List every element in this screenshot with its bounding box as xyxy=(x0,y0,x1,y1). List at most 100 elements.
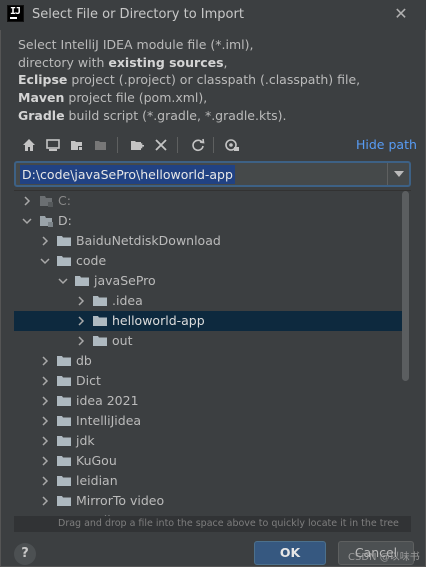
tree-row[interactable]: javaSePro xyxy=(14,271,404,291)
tree-item-label: code xyxy=(76,253,107,268)
folder-icon xyxy=(93,296,107,306)
chevron-right-icon[interactable] xyxy=(75,315,87,327)
toolbar-separator xyxy=(117,137,118,153)
new-folder-icon xyxy=(131,141,144,150)
tree-row[interactable]: helloworld-app xyxy=(14,311,404,331)
help-button[interactable]: ? xyxy=(14,543,36,565)
tree-scrollbar[interactable] xyxy=(402,191,409,381)
toolbar-separator xyxy=(213,137,214,153)
drag-drop-hint: Drag and drop a file into the space abov… xyxy=(14,516,411,532)
description-line-1: Select IntelliJ IDEA module file (*.iml)… xyxy=(18,37,254,52)
folder-icon xyxy=(57,476,71,486)
folder-icon xyxy=(57,376,71,386)
new-folder-button[interactable] xyxy=(127,134,147,156)
tree-item-label: db xyxy=(76,353,92,368)
tree-item-label: D: xyxy=(58,213,72,228)
folder-icon xyxy=(93,336,107,346)
desktop-icon xyxy=(46,139,60,151)
chevron-down-icon[interactable] xyxy=(57,275,69,287)
tree-row[interactable]: KuGou xyxy=(14,451,404,471)
toolbar-separator xyxy=(177,137,178,153)
refresh-button[interactable] xyxy=(188,134,208,156)
folder-icon xyxy=(57,236,71,246)
tree-row[interactable]: C: xyxy=(14,191,404,211)
tree-item-label: leidian xyxy=(76,473,118,488)
tree-item-label: C: xyxy=(58,193,71,208)
module-directory-button[interactable] xyxy=(91,134,111,156)
chevron-right-icon[interactable] xyxy=(39,495,51,507)
folder-icon xyxy=(57,396,71,406)
tree-row[interactable]: idea 2021 xyxy=(14,391,404,411)
chevron-right-icon[interactable] xyxy=(75,295,87,307)
ok-button[interactable]: OK xyxy=(254,541,326,565)
title-bar: IJ Select File or Directory to Import ✕ xyxy=(0,0,426,30)
path-combobox[interactable]: D:\code\javaSePro\helloworld-app xyxy=(14,161,411,187)
tree-row[interactable]: BaiduNetdiskDownload xyxy=(14,231,404,251)
module-folder-icon xyxy=(95,141,106,150)
chevron-right-icon[interactable] xyxy=(39,375,51,387)
chevron-right-icon[interactable] xyxy=(39,235,51,247)
refresh-icon xyxy=(192,138,205,152)
tree-row[interactable]: jdk xyxy=(14,431,404,451)
tree-item-label: KuGou xyxy=(76,453,117,468)
desktop-button[interactable] xyxy=(43,134,63,156)
folder-icon xyxy=(57,256,71,266)
close-icon: ✕ xyxy=(394,4,408,23)
watermark: CSDN @以味书 xyxy=(348,552,420,563)
drive-icon xyxy=(40,216,53,227)
folder-icon xyxy=(75,276,89,286)
tree-item-label: javaSePro xyxy=(94,273,156,288)
chevron-right-icon[interactable] xyxy=(75,335,87,347)
path-input[interactable]: D:\code\javaSePro\helloworld-app xyxy=(20,165,235,184)
description-line-4: Maven project file (pom.xml), xyxy=(18,90,208,106)
chevron-down-icon[interactable] xyxy=(39,255,51,267)
tree-item-label: BaiduNetdiskDownload xyxy=(76,233,221,248)
chevron-right-icon[interactable] xyxy=(39,455,51,467)
tree-item-label: idea 2021 xyxy=(76,393,139,408)
drive-icon xyxy=(40,196,53,207)
tree-item-label: helloworld-app xyxy=(112,313,205,328)
delete-button[interactable] xyxy=(151,134,171,156)
close-button[interactable]: ✕ xyxy=(390,3,412,25)
tree-row[interactable]: .idea xyxy=(14,291,404,311)
delete-icon xyxy=(155,139,167,151)
chevron-right-icon[interactable] xyxy=(39,415,51,427)
home-button[interactable] xyxy=(19,134,39,156)
chevron-right-icon[interactable] xyxy=(21,195,33,207)
tree-item-label: Dict xyxy=(76,373,101,388)
folder-icon xyxy=(57,356,71,366)
project-folder-icon xyxy=(71,141,83,151)
tree-row[interactable]: db xyxy=(14,351,404,371)
tree-row[interactable]: Dict xyxy=(14,371,404,391)
chevron-down-icon[interactable] xyxy=(21,215,33,227)
tree-row[interactable]: D: xyxy=(14,211,404,231)
dialog-title: Select File or Directory to Import xyxy=(32,7,244,22)
folder-icon xyxy=(57,416,71,426)
tree-row[interactable]: IntelliJidea xyxy=(14,411,404,431)
chevron-down-icon xyxy=(393,171,404,177)
path-dropdown-button[interactable] xyxy=(387,163,409,185)
tree-row[interactable]: leidian xyxy=(14,471,404,491)
folder-icon xyxy=(57,496,71,506)
chevron-right-icon[interactable] xyxy=(39,395,51,407)
tree-row[interactable]: code xyxy=(14,251,404,271)
hide-path-link[interactable]: Hide path xyxy=(356,137,417,152)
chevron-right-icon[interactable] xyxy=(39,475,51,487)
chevron-right-icon[interactable] xyxy=(39,435,51,447)
description-line-2: directory with existing sources, xyxy=(18,54,228,70)
tree-item-label: IntelliJidea xyxy=(76,413,142,428)
file-tree[interactable]: C: D: BaiduNetdiskDownload code javaSePro .id… xyxy=(14,190,411,516)
project-directory-button[interactable] xyxy=(67,134,87,156)
show-hidden-files-button[interactable] xyxy=(222,134,242,156)
tree-item-label: out xyxy=(112,333,133,348)
tree-item-label: .idea xyxy=(112,293,143,308)
description-line-5: Gradle build script (*.gradle, *.gradle.… xyxy=(18,107,287,123)
chevron-right-icon[interactable] xyxy=(39,355,51,367)
folder-icon xyxy=(57,456,71,466)
folder-icon xyxy=(57,436,71,446)
tree-row[interactable]: MirrorTo video xyxy=(14,491,404,511)
home-icon xyxy=(23,139,35,151)
tree-row[interactable]: out xyxy=(14,331,404,351)
intellij-logo-icon: IJ xyxy=(7,5,24,22)
import-description: Select IntelliJ IDEA module file (*.iml)… xyxy=(18,36,418,125)
